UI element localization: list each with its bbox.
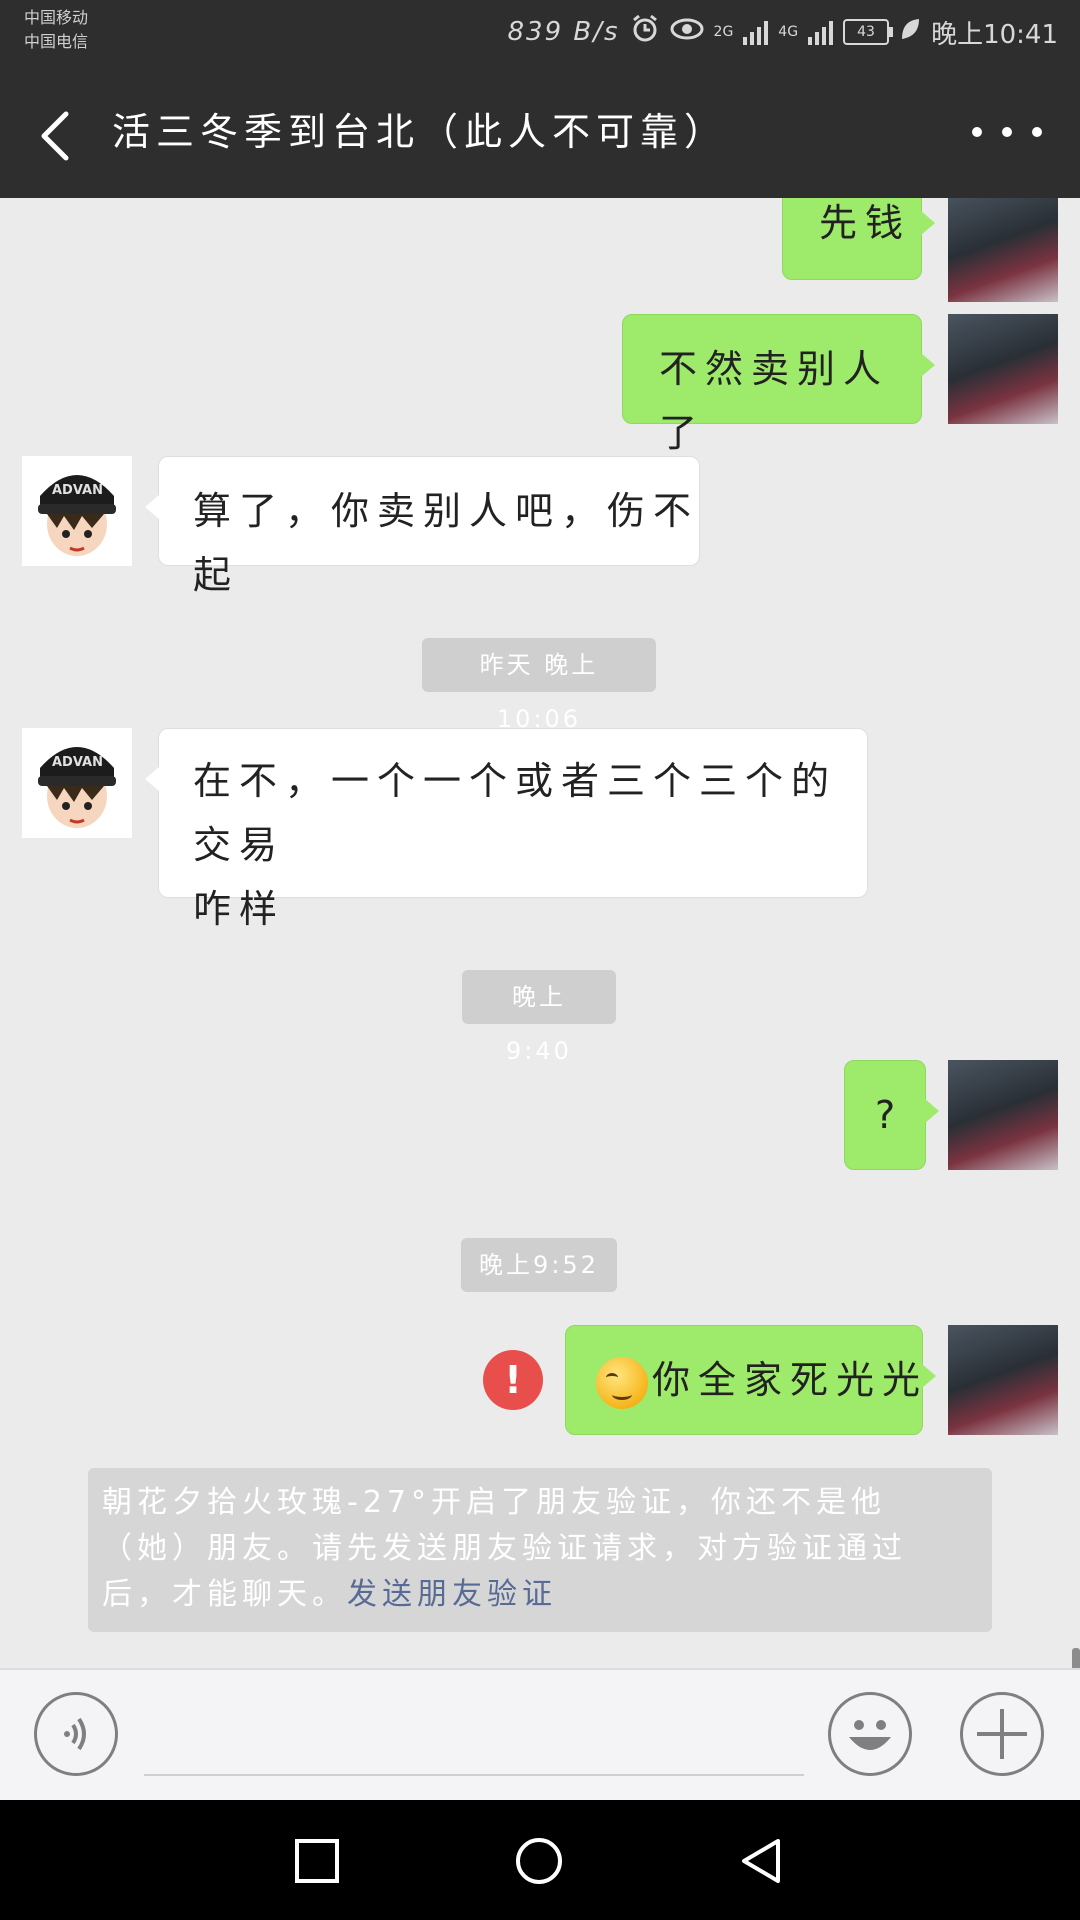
message-bubble-other[interactable]: 在不，一个一个或者三个三个的交易 咋样 <box>145 728 868 931</box>
svg-text:ADVAN: ADVAN <box>52 483 103 498</box>
message-bubble-self[interactable]: 你全家死光光 <box>565 1325 936 1435</box>
message-bubble-self[interactable]: 不然卖别人了 <box>622 314 935 455</box>
signal-2g-label: 2G <box>713 24 734 40</box>
chat-area[interactable]: 先钱 不然卖别人了 ADVAN 算了，你卖别人吧，伤不起 昨天 晚上10:06 … <box>0 198 1080 1668</box>
send-failed-icon[interactable]: ! <box>483 1350 543 1410</box>
message-bubble-self[interactable]: 先钱 <box>782 198 935 280</box>
more-button[interactable] <box>972 102 1042 162</box>
signal-4g-label: 4G <box>778 24 799 40</box>
signal-4g-icon <box>808 19 834 45</box>
signal-2g-icon <box>743 19 769 45</box>
back-button[interactable] <box>28 96 100 168</box>
alarm-icon <box>630 14 660 51</box>
message-input[interactable] <box>144 1774 804 1776</box>
status-bar: 中国移动 中国电信 839 B/s 2G 4G 43 晚上10:41 <box>0 0 1080 66</box>
emoji-button[interactable] <box>828 1692 912 1776</box>
notice-line: （她）朋友。请先发送朋友验证请求，对方验证通过 <box>102 1531 907 1566</box>
message-line: 在不，一个一个或者三个三个的交易 <box>193 759 838 867</box>
recent-apps-button[interactable] <box>292 1836 342 1886</box>
net-speed: 839 B/s <box>507 17 620 47</box>
contact-avatar[interactable]: ADVAN <box>22 728 132 838</box>
smiley-icon <box>849 1720 891 1750</box>
message-bubble-self[interactable]: ? <box>844 1060 939 1170</box>
clock: 晚上10:41 <box>931 19 1058 50</box>
cartoon-avatar-icon: ADVAN <box>22 728 132 838</box>
status-icons: 839 B/s 2G 4G 43 晚上10:41 <box>507 14 1058 50</box>
self-avatar[interactable] <box>948 198 1058 302</box>
send-verification-link[interactable]: 发送朋友验证 <box>347 1577 557 1612</box>
voice-button[interactable] <box>34 1692 118 1776</box>
title-bar: 活三冬季到台北（此人不可靠） <box>0 66 1080 198</box>
carrier-info: 中国移动 中国电信 <box>24 6 88 54</box>
self-avatar[interactable] <box>948 1060 1058 1170</box>
input-bar <box>0 1668 1080 1802</box>
plus-icon <box>977 1709 1027 1759</box>
notice-text: 后，才能聊天。 <box>102 1577 347 1612</box>
svg-text:ADVAN: ADVAN <box>52 755 103 770</box>
carrier-2: 中国电信 <box>24 32 89 51</box>
nav-back-button[interactable] <box>736 1836 786 1886</box>
cartoon-avatar-icon: ADVAN <box>22 456 132 566</box>
smirk-emoji-icon <box>596 1356 648 1409</box>
time-divider: 昨天 晚上10:06 <box>422 638 656 733</box>
notice-line: 后，才能聊天。发送朋友验证 <box>102 1572 978 1618</box>
system-nav-bar <box>0 1800 1080 1920</box>
time-divider: 晚上9:52 <box>461 1238 617 1292</box>
carrier-1: 中国移动 <box>24 8 89 27</box>
more-functions-button[interactable] <box>960 1692 1044 1776</box>
message-line: 咋样 <box>193 887 286 931</box>
triangle-back-icon <box>742 1839 780 1883</box>
time-divider: 晚上9:40 <box>462 970 616 1065</box>
friend-verification-notice: 朝花夕拾火玫瑰-27°开启了朋友验证，你还不是他 （她）朋友。请先发送朋友验证请… <box>88 1468 992 1632</box>
more-dot <box>1002 127 1012 137</box>
circle-icon <box>516 1838 562 1884</box>
voice-icon <box>64 1717 86 1751</box>
square-icon <box>295 1839 339 1883</box>
chat-title: 活三冬季到台北（此人不可靠） <box>112 110 729 154</box>
scrollbar[interactable] <box>1072 1648 1080 1668</box>
message-bubble-other[interactable]: 算了，你卖别人吧，伤不起 <box>145 456 700 597</box>
more-dot <box>1032 127 1042 137</box>
message-text: 你全家死光光 <box>652 1358 929 1402</box>
notice-line: 朝花夕拾火玫瑰-27°开启了朋友验证，你还不是他 <box>102 1485 886 1520</box>
chevron-left-icon <box>41 111 69 161</box>
battery-icon: 43 <box>843 19 894 45</box>
more-dots-icon <box>972 127 982 137</box>
self-avatar[interactable] <box>948 1325 1058 1435</box>
eye-icon <box>670 17 704 48</box>
leaf-icon <box>899 17 921 48</box>
self-avatar[interactable] <box>948 314 1058 424</box>
home-button[interactable] <box>514 1836 564 1886</box>
contact-avatar[interactable]: ADVAN <box>22 456 132 566</box>
